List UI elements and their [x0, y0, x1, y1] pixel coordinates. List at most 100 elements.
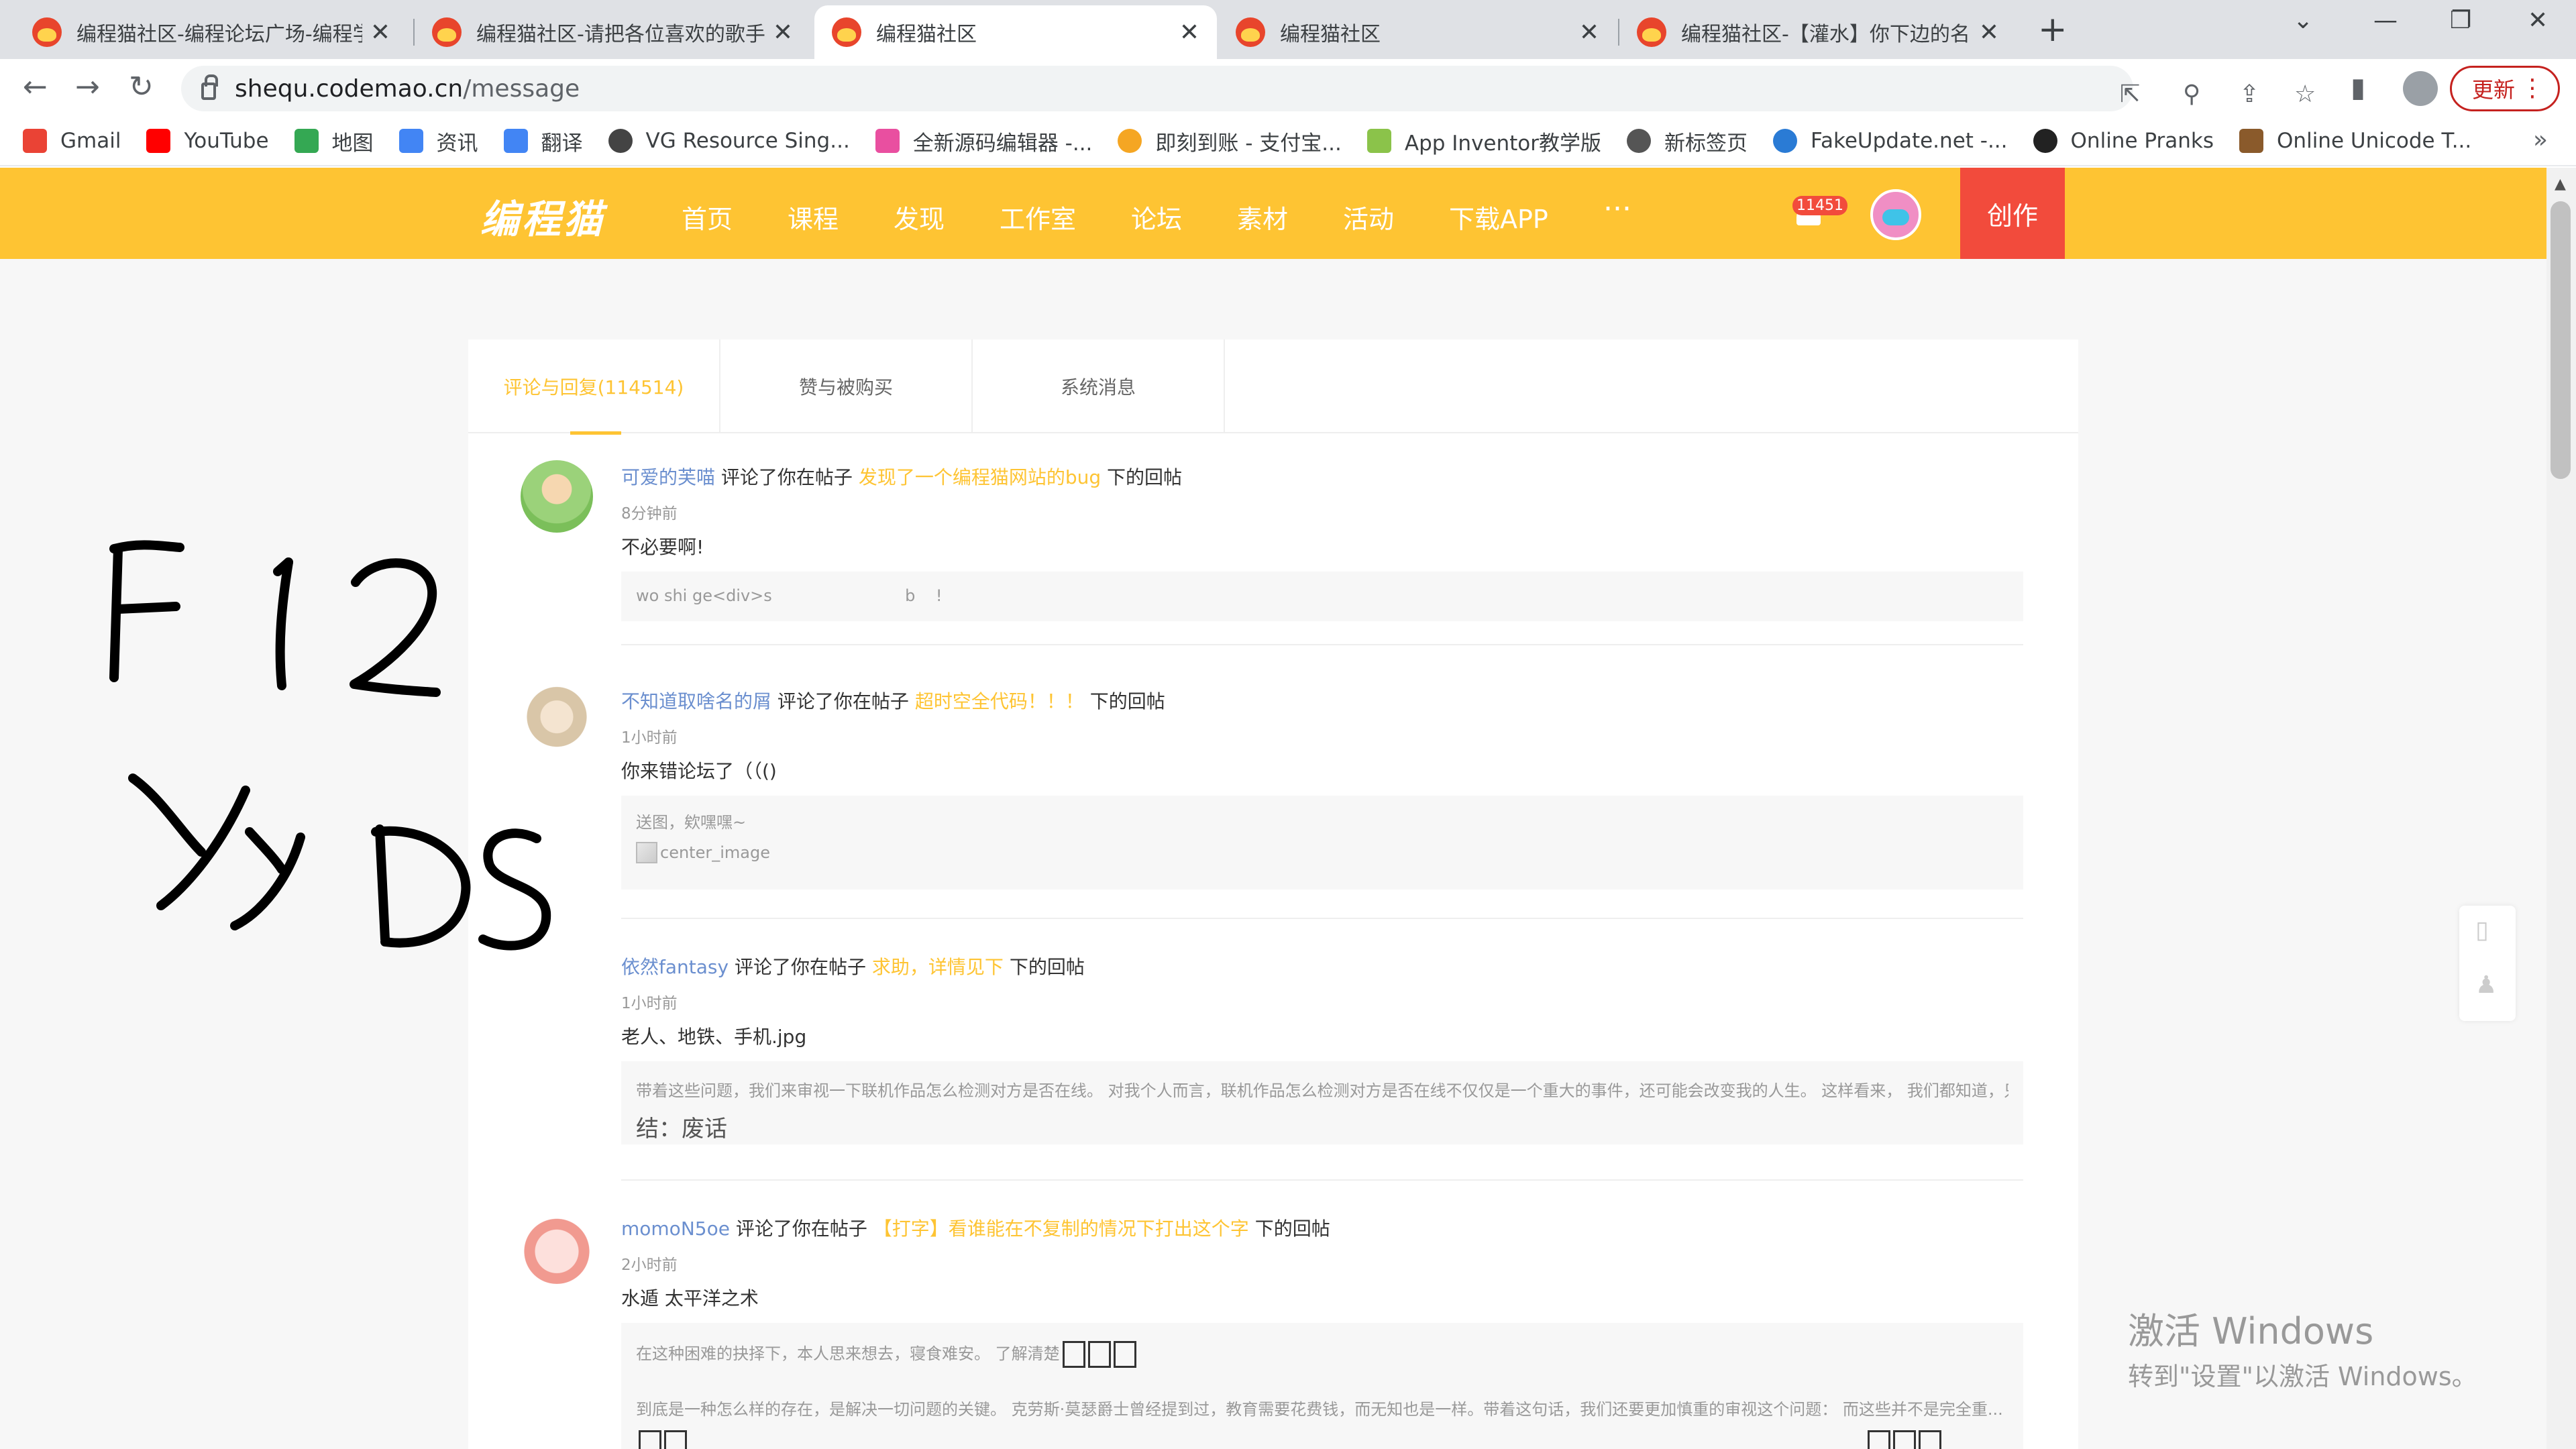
menu-kebab-icon[interactable]: ⋮ [2520, 74, 2544, 102]
nav-more-icon[interactable]: ··· [1603, 192, 1631, 226]
nav-home[interactable]: 首页 [682, 199, 733, 235]
side-panel-icon[interactable]: ▮ [2351, 72, 2365, 103]
quote-line: 结：废话 [636, 1116, 727, 1142]
username-link[interactable]: 可爱的芙喵 [621, 466, 715, 488]
tablet-icon[interactable]: ▯ [2475, 916, 2489, 944]
bookmark-new-tab[interactable]: 新标签页 [1627, 126, 1748, 156]
pen-icon [2239, 129, 2264, 153]
suffix-text: 下的回帖 [1089, 690, 1165, 712]
browser-tab-active[interactable]: 编程猫社区 ✕ [814, 5, 1217, 59]
username-link[interactable]: 不知道取啥名的屑 [621, 690, 771, 712]
bookmark-star-icon[interactable]: ☆ [2294, 80, 2316, 108]
bookmark-label: 新标签页 [1664, 131, 1748, 156]
missing-glyph-box [1062, 1341, 1085, 1368]
handwriting-stroke [478, 828, 551, 951]
messages-panel: 评论与回复(114514) 赞与被购买 系统消息 可爱的芙喵 评论了你在帖子 发… [468, 339, 2078, 1449]
bookmark-label: Online Unicode T... [2277, 129, 2472, 153]
scroll-up-arrow-icon[interactable]: ▲ [2555, 176, 2566, 193]
post-link[interactable]: 发现了一个编程猫网站的bug [859, 466, 1101, 488]
quoted-reply: 送图，欸嘿嘿~ center_image [621, 796, 2023, 890]
action-text: 评论了你在帖子 [777, 690, 909, 712]
update-label: 更新 [2472, 77, 2516, 103]
share-icon[interactable]: ⇪ [2239, 80, 2259, 108]
bookmark-label: FakeUpdate.net -... [1811, 129, 2008, 153]
browser-tab[interactable]: 编程猫社区 ✕ [1218, 5, 1617, 59]
update-button[interactable]: 更新 ⋮ [2450, 66, 2560, 111]
notification-bell-icon[interactable]: 11451 [1792, 196, 1847, 231]
avatar[interactable] [521, 1212, 593, 1284]
missing-glyph-box [1893, 1430, 1916, 1449]
missing-glyph-box [1919, 1430, 1941, 1449]
profile-avatar-icon[interactable] [2403, 71, 2438, 106]
comment-text: 你来错论坛了（（() [621, 760, 777, 782]
editor-icon [875, 129, 900, 153]
bookmark-label: 即刻到账 - 支付宝... [1155, 131, 1342, 156]
scroll-thumb[interactable] [2551, 201, 2571, 479]
nav-materials[interactable]: 素材 [1237, 199, 1288, 235]
username-link[interactable]: momoN5oe [621, 1218, 730, 1240]
bookmark-alipay[interactable]: 即刻到账 - 支付宝... [1118, 126, 1342, 156]
divider [621, 644, 2023, 645]
post-link[interactable]: 求助，详情见下 [872, 956, 1004, 978]
qq-penguin-icon[interactable]: ♟ [2475, 971, 2497, 999]
image-alt-text: center_image [636, 842, 770, 863]
activation-title: 激活 Windows [2128, 1310, 2374, 1352]
bookmark-source-editor[interactable]: 全新源码编辑器 -... [875, 126, 1093, 156]
user-avatar[interactable] [1870, 189, 1921, 240]
nav-download-app[interactable]: 下载APP [1449, 199, 1548, 235]
bookmark-unicode[interactable]: Online Unicode T... [2239, 129, 2471, 153]
handwritten-annotation [109, 540, 551, 951]
handwriting-stroke [275, 557, 293, 690]
minimize-icon[interactable]: — [2373, 7, 2398, 34]
post-link[interactable]: 超时空全代码！！！ [915, 690, 1084, 712]
message-line: 依然fantasy 评论了你在帖子 求助，详情见下 下的回帖 [621, 953, 1085, 979]
nav-studio[interactable]: 工作室 [1000, 199, 1076, 235]
handwriting-stroke [245, 827, 286, 874]
prank-face-icon [2033, 129, 2057, 153]
missing-glyph-box [664, 1430, 687, 1449]
comment-text: 水遁 太平洋之术 [621, 1287, 759, 1309]
suffix-text: 下的回帖 [1009, 956, 1085, 978]
missing-glyph-box [1113, 1341, 1136, 1368]
nav-discover[interactable]: 发现 [894, 199, 945, 235]
close-tab-icon[interactable]: ✕ [773, 19, 793, 46]
close-tab-icon[interactable]: ✕ [1979, 19, 1999, 46]
quoted-reply: wo shi ge<div>s b ! [621, 572, 2023, 621]
tab-search-chevron-icon[interactable]: ⌄ [2293, 7, 2313, 34]
post-link[interactable]: 【打字】看谁能在不复制的情况下打出这个字 [873, 1218, 1249, 1240]
restore-icon[interactable]: ❐ [2450, 7, 2471, 34]
bookmark-label: VG Resource Sing... [645, 129, 850, 153]
broken-image: center_image [636, 842, 2008, 866]
bookmark-online-pranks[interactable]: Online Pranks [2033, 129, 2214, 153]
open-in-app-icon[interactable]: ⇱ [2120, 80, 2140, 108]
create-button[interactable]: 创作 [1960, 168, 2065, 259]
tab-title: 编程猫社区 [876, 23, 977, 46]
bookmark-label: 全新源码编辑器 -... [912, 131, 1093, 156]
globe-icon [1627, 129, 1652, 153]
browser-tab[interactable]: 编程猫社区-【灌水】你下边的名 ✕ [1619, 5, 2017, 59]
quote-line: 带着这些问题，我们来审视一下联机作品怎么检测对方是否在线。 对我个人而言，联机作… [636, 1081, 2008, 1100]
tab-likes-purchases[interactable]: 赞与被购买 [720, 339, 973, 433]
zoom-icon[interactable]: ⚲ [2183, 80, 2200, 108]
close-window-icon[interactable]: ✕ [2528, 7, 2548, 34]
loading-spinner-icon [1773, 129, 1798, 153]
bookmark-vg-resource[interactable]: VG Resource Sing... [608, 129, 850, 153]
tab-title: 编程猫社区-【灌水】你下边的名 [1681, 23, 1970, 46]
nav-forum[interactable]: 论坛 [1131, 199, 1182, 235]
quote-line: 送图，欸嘿嘿~ [636, 813, 747, 832]
page-scrollbar[interactable]: ▲ [2546, 168, 2576, 1449]
more-bookmarks-icon[interactable]: » [2533, 126, 2548, 154]
bookmark-fakeupdate[interactable]: FakeUpdate.net -... [1773, 129, 2008, 153]
username-link[interactable]: 依然fantasy [621, 956, 729, 978]
bookmark-app-inventor[interactable]: App Inventor教学版 [1366, 126, 1602, 156]
tab-system-messages[interactable]: 系统消息 [973, 339, 1225, 433]
suffix-text: 下的回帖 [1254, 1218, 1330, 1240]
nav-courses[interactable]: 课程 [788, 199, 839, 235]
new-tab-button[interactable]: + [2038, 9, 2068, 50]
action-text: 评论了你在帖子 [734, 956, 866, 978]
close-tab-icon[interactable]: ✕ [1179, 19, 1199, 46]
bookmark-label: App Inventor教学版 [1404, 131, 1602, 156]
timestamp: 1小时前 [621, 995, 678, 1012]
close-tab-icon[interactable]: ✕ [1579, 19, 1599, 46]
nav-events[interactable]: 活动 [1343, 199, 1394, 235]
